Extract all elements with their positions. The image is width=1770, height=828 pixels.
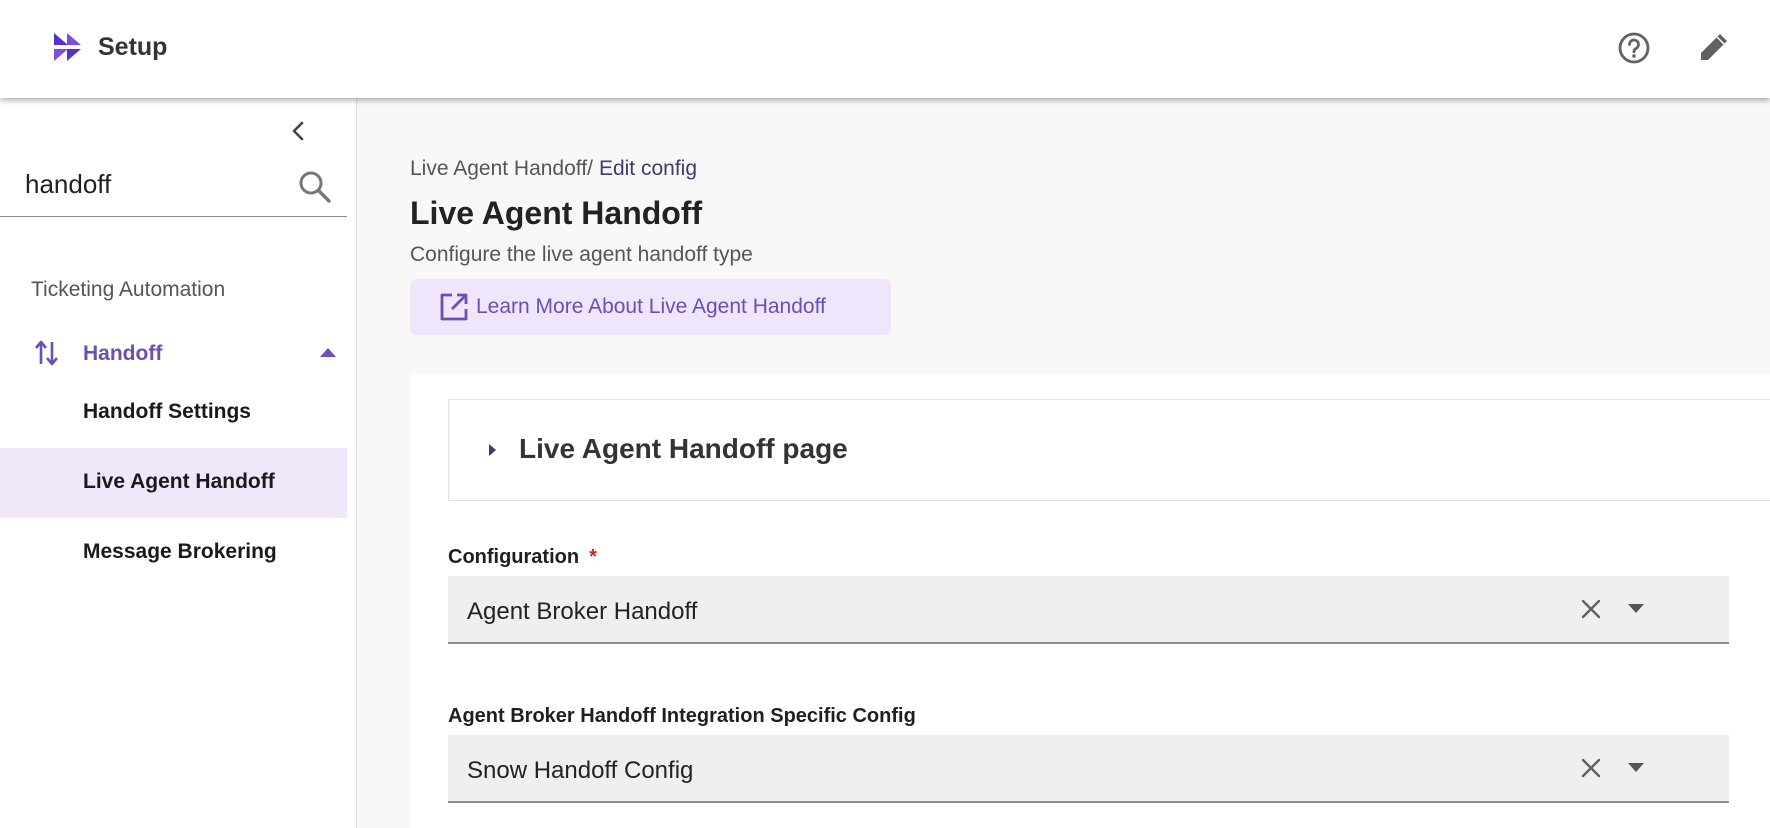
chevron-left-icon[interactable] <box>286 118 312 144</box>
close-icon[interactable] <box>1578 596 1604 622</box>
sidebar-item-label: Handoff <box>83 342 163 365</box>
configuration-label: Configuration * <box>448 546 597 568</box>
search-input[interactable] <box>25 166 285 202</box>
configuration-value: Agent Broker Handoff <box>467 598 698 625</box>
caret-up-icon <box>320 348 336 357</box>
config-card: Live Agent Handoff page Configuration * A… <box>410 374 1770 828</box>
page-title: Live Agent Handoff <box>410 195 703 231</box>
sidebar-item-live-agent-handoff[interactable]: Live Agent Handoff <box>0 448 347 518</box>
logo-icon <box>54 33 81 61</box>
top-bar: Setup <box>0 0 1770 98</box>
configuration-select[interactable]: Agent Broker Handoff <box>448 576 1729 644</box>
accordion-live-agent-handoff-page[interactable]: Live Agent Handoff page <box>448 399 1770 501</box>
learn-more-label: Learn More About Live Agent Handoff <box>476 295 826 318</box>
breadcrumb-separator: / <box>587 157 593 180</box>
sidebar-item-label: Live Agent Handoff <box>83 470 275 493</box>
sidebar-item-message-brokering[interactable]: Message Brokering <box>0 518 347 588</box>
close-icon[interactable] <box>1578 755 1604 781</box>
integration-config-select[interactable]: Snow Handoff Config <box>448 735 1729 803</box>
caret-down-icon[interactable] <box>1627 602 1645 614</box>
sidebar-item-label: Handoff Settings <box>83 400 251 423</box>
breadcrumb-current[interactable]: Edit config <box>599 157 697 180</box>
external-link-icon <box>440 293 468 321</box>
breadcrumb-parent[interactable]: Live Agent Handoff <box>410 157 587 180</box>
app-title: Setup <box>98 33 168 61</box>
integration-config-value: Snow Handoff Config <box>467 757 694 784</box>
pencil-icon[interactable] <box>1694 29 1732 67</box>
sidebar-item-label: Message Brokering <box>83 540 277 563</box>
help-icon[interactable] <box>1615 29 1653 67</box>
page-subtitle: Configure the live agent handoff type <box>410 243 753 266</box>
sidebar-section-label: Ticketing Automation <box>31 278 226 301</box>
integration-config-label: Agent Broker Handoff Integration Specifi… <box>448 705 916 727</box>
sidebar-item-handoff[interactable]: Handoff <box>0 325 347 381</box>
swap-vertical-icon <box>35 340 58 366</box>
sidebar-item-handoff-settings[interactable]: Handoff Settings <box>0 378 347 448</box>
learn-more-button[interactable]: Learn More About Live Agent Handoff <box>410 279 891 335</box>
caret-right-icon <box>489 444 496 456</box>
caret-down-icon[interactable] <box>1627 761 1645 773</box>
breadcrumb: Live Agent Handoff/ Edit config <box>410 157 697 181</box>
sidebar: Ticketing Automation Handoff Handoff Set… <box>0 98 357 828</box>
accordion-title: Live Agent Handoff page <box>519 433 848 464</box>
search-icon[interactable] <box>298 170 332 204</box>
sidebar-search <box>0 158 347 217</box>
required-mark: * <box>589 546 597 568</box>
